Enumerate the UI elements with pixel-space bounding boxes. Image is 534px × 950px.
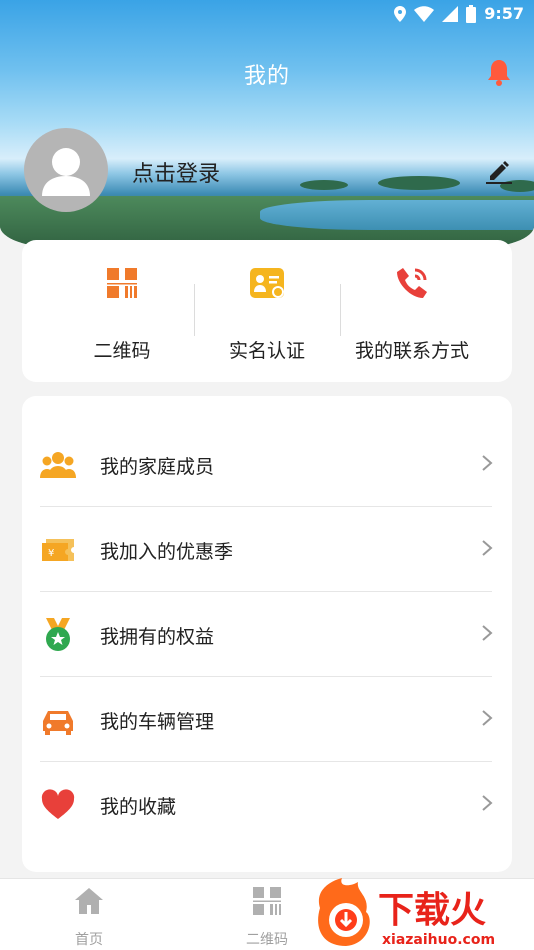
signal-icon <box>442 5 459 22</box>
wifi-icon <box>414 5 435 22</box>
status-time: 9:57 <box>484 4 524 23</box>
menu-item-label: 我拥有的权益 <box>100 626 215 648</box>
menu-item-family-members[interactable]: 我的家庭成员 <box>22 422 512 506</box>
watermark-url: xiazaihuo.com <box>382 932 495 948</box>
menu-item-label: 我的收藏 <box>100 796 177 818</box>
menu-item-label: 我的家庭成员 <box>100 456 215 478</box>
chevron-right-icon <box>482 710 493 726</box>
heart-icon <box>41 789 75 819</box>
status-bar: 9:57 <box>0 0 534 28</box>
page-title: 我的 <box>243 64 290 89</box>
home-icon <box>75 888 103 914</box>
menu-item-favorites[interactable]: 我的收藏 <box>22 762 512 846</box>
quick-action-qr-code[interactable]: 二维码 <box>47 264 197 363</box>
qr-code-icon <box>107 268 137 298</box>
quick-actions-card: 二维码 实名认证 我的联系方式 <box>22 240 512 382</box>
menu-item-label: 我加入的优惠季 <box>100 541 234 563</box>
quick-action-real-name-verification[interactable]: 实名认证 <box>192 264 342 363</box>
medal-icon <box>46 618 70 651</box>
quick-action-label: 二维码 <box>93 340 151 362</box>
quick-action-label: 实名认证 <box>228 340 305 362</box>
chevron-right-icon <box>482 625 493 641</box>
quick-action-label: 我的联系方式 <box>354 340 469 362</box>
location-icon <box>394 5 407 22</box>
watermark-logo: 下载火 xiazaihuo.com <box>318 878 495 948</box>
menu-item-joined-discount-season[interactable]: ¥ 我加入的优惠季 <box>22 507 512 591</box>
nav-tab-qr-code[interactable]: 二维码 <box>222 885 312 949</box>
svg-text:¥: ¥ <box>48 548 54 559</box>
id-card-icon <box>250 268 284 298</box>
nav-tab-label: 首页 <box>75 932 103 948</box>
menu-item-vehicle-management[interactable]: 我的车辆管理 <box>22 677 512 761</box>
car-icon <box>43 711 73 735</box>
profile-header-banner <box>0 0 534 248</box>
chevron-right-icon <box>482 455 493 471</box>
bell-icon[interactable] <box>486 58 512 86</box>
login-link[interactable]: 点击登录 <box>132 156 220 188</box>
battery-icon <box>466 4 477 23</box>
user-icon <box>42 148 90 196</box>
nav-tab-home[interactable]: 首页 <box>44 885 134 949</box>
family-icon <box>40 452 76 478</box>
watermark-brand: 下载火 <box>378 890 486 931</box>
coupon-icon: ¥ <box>42 539 74 561</box>
phone-icon <box>397 268 427 298</box>
chevron-right-icon <box>482 540 493 556</box>
avatar[interactable] <box>24 128 108 212</box>
menu-item-label: 我的车辆管理 <box>100 711 215 733</box>
menu-card: 我的家庭成员 ¥ 我加入的优惠季 我拥有的权益 我的车辆管理 我的收藏 <box>22 396 512 872</box>
menu-item-my-benefits[interactable]: 我拥有的权益 <box>22 592 512 676</box>
qr-code-icon <box>253 887 281 915</box>
nav-tab-label: 二维码 <box>246 932 288 948</box>
chevron-right-icon <box>482 795 493 811</box>
quick-action-my-contact[interactable]: 我的联系方式 <box>337 264 487 363</box>
edit-icon[interactable] <box>484 156 514 186</box>
